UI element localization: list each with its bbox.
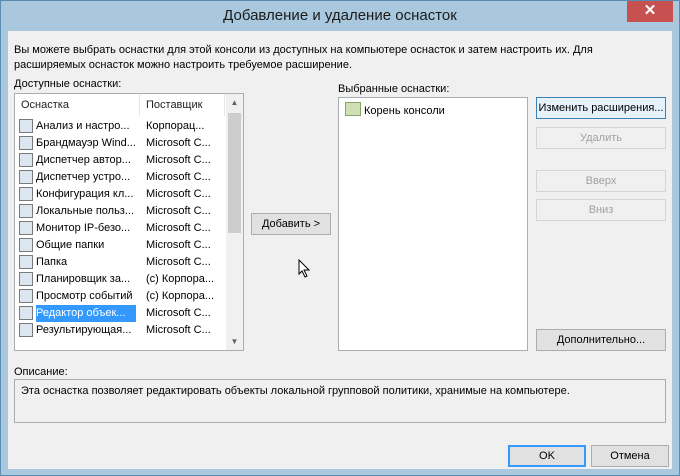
snapin-vendor: Microsoft C... — [146, 239, 211, 251]
snapin-vendor: Microsoft C... — [146, 188, 211, 200]
snapin-name: Общие папки — [36, 239, 105, 251]
snapin-vendor: Microsoft C... — [146, 171, 211, 183]
snapin-name: Брандмауэр Wind... — [36, 137, 136, 149]
list-item[interactable]: Монитор IP-безо... Microsoft C... — [15, 220, 225, 237]
console-root-item[interactable]: Корень консоли — [345, 102, 445, 119]
gpo-editor-icon — [19, 306, 33, 320]
close-button[interactable]: ✕ — [627, 1, 673, 22]
scroll-thumb[interactable] — [228, 113, 241, 233]
folder-icon — [19, 255, 33, 269]
column-snapin-header[interactable]: Оснастка — [15, 94, 140, 116]
event-viewer-icon — [19, 289, 33, 303]
scroll-up-icon[interactable]: ▲ — [226, 94, 243, 111]
description-box: Эта оснастка позволяет редактировать объ… — [14, 379, 666, 423]
list-item[interactable]: Брандмауэр Wind... Microsoft C... — [15, 135, 225, 152]
snapin-vendor: (с) Корпора... — [146, 273, 215, 285]
snapin-name: Папка — [36, 256, 68, 268]
shared-folders-icon — [19, 238, 33, 252]
snapin-vendor: Microsoft C... — [146, 154, 211, 166]
ok-button[interactable]: OK — [508, 445, 586, 467]
scroll-down-icon[interactable]: ▼ — [226, 333, 243, 350]
snapin-name: Монитор IP-безо... — [36, 222, 131, 234]
selected-snapins-list[interactable]: Корень консоли — [338, 97, 528, 351]
local-users-icon — [19, 204, 33, 218]
selected-label: Выбранные оснастки: — [338, 83, 450, 95]
list-item[interactable]: Диспетчер устро... Microsoft C... — [15, 169, 225, 186]
list-item[interactable]: Диспетчер автор... Microsoft C... — [15, 152, 225, 169]
vertical-scrollbar[interactable]: ▲ ▼ — [226, 94, 243, 350]
list-item[interactable]: Общие папки Microsoft C... — [15, 237, 225, 254]
ipsec-monitor-icon — [19, 221, 33, 235]
snapin-vendor: Microsoft C... — [146, 324, 211, 336]
snapin-vendor: Microsoft C... — [146, 222, 211, 234]
snapin-vendor: Microsoft C... — [146, 307, 211, 319]
snapin-name: Просмотр событий — [36, 290, 133, 302]
move-up-button[interactable]: Вверх — [536, 170, 666, 192]
snapin-name: Редактор объек... — [36, 305, 136, 322]
snapin-vendor: Microsoft C... — [146, 205, 211, 217]
device-manager-icon — [19, 170, 33, 184]
list-header: Оснастка Поставщик — [15, 94, 225, 116]
description-label: Описание: — [14, 366, 68, 378]
list-item[interactable]: Редактор объек... Microsoft C... — [15, 305, 225, 322]
snapin-dialog: Добавление и удаление оснасток ✕ Вы може… — [0, 0, 680, 476]
list-item[interactable]: Папка Microsoft C... — [15, 254, 225, 271]
folder-icon — [345, 102, 361, 116]
snapin-name: Результирующая... — [36, 324, 132, 336]
list-item[interactable]: Просмотр событий (с) Корпора... — [15, 288, 225, 305]
column-vendor-header[interactable]: Поставщик — [140, 94, 225, 116]
dialog-client: Вы можете выбрать оснастки для этой конс… — [8, 31, 672, 469]
list-item[interactable]: Конфигурация кл... Microsoft C... — [15, 186, 225, 203]
snapin-name: Анализ и настро... — [36, 120, 130, 132]
available-label: Доступные оснастки: — [14, 78, 122, 90]
snapin-name: Диспетчер устро... — [36, 171, 131, 183]
security-analysis-icon — [19, 119, 33, 133]
rsop-icon — [19, 323, 33, 337]
remove-button[interactable]: Удалить — [536, 127, 666, 149]
available-snapins-list[interactable]: Оснастка Поставщик Анализ и настро... Кор… — [14, 93, 244, 351]
snapin-vendor: Microsoft C... — [146, 256, 211, 268]
snapin-name: Конфигурация кл... — [36, 188, 134, 200]
intro-text: Вы можете выбрать оснастки для этой конс… — [14, 44, 593, 71]
snapin-name: Планировщик за... — [36, 273, 131, 285]
authorization-manager-icon — [19, 153, 33, 167]
snapin-vendor: Корпорац... — [146, 120, 205, 132]
list-item[interactable]: Результирующая... Microsoft C... — [15, 322, 225, 339]
list-item[interactable]: Планировщик за... (с) Корпора... — [15, 271, 225, 288]
move-down-button[interactable]: Вниз — [536, 199, 666, 221]
title-bar: Добавление и удаление оснасток ✕ — [1, 1, 679, 31]
add-button[interactable]: Добавить > — [251, 213, 331, 235]
snapin-name: Локальные польз... — [36, 205, 135, 217]
edit-extensions-button[interactable]: Изменить расширения... — [536, 97, 666, 119]
window-title: Добавление и удаление оснасток — [223, 7, 457, 24]
task-scheduler-icon — [19, 272, 33, 286]
cancel-button[interactable]: Отмена — [591, 445, 669, 467]
advanced-button[interactable]: Дополнительно... — [536, 329, 666, 351]
client-config-icon — [19, 187, 33, 201]
snapin-vendor: (с) Корпора... — [146, 290, 215, 302]
snapin-name: Диспетчер автор... — [36, 154, 131, 166]
list-item[interactable]: Локальные польз... Microsoft C... — [15, 203, 225, 220]
firewall-icon — [19, 136, 33, 150]
list-item[interactable]: Анализ и настро... Корпорац... — [15, 118, 225, 135]
snapin-vendor: Microsoft C... — [146, 137, 211, 149]
mouse-cursor-icon — [298, 259, 311, 278]
console-root-label: Корень консоли — [364, 105, 445, 117]
